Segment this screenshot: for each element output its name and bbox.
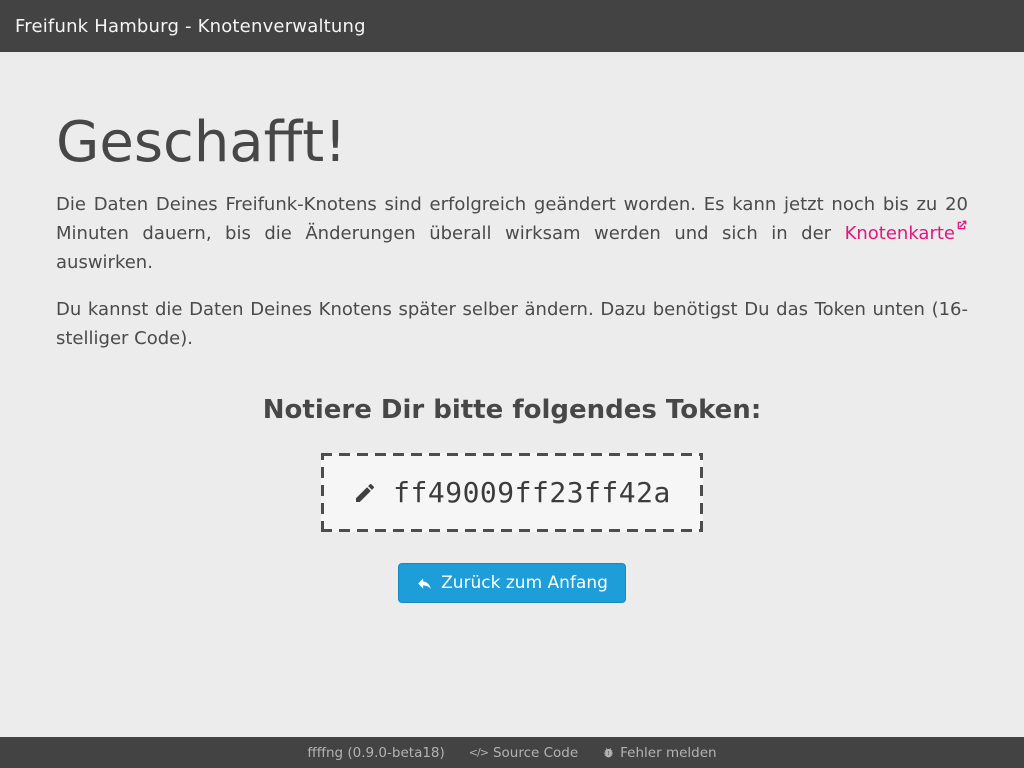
- token-section: Notiere Dir bitte folgendes Token: ff490…: [56, 395, 968, 603]
- back-button-label: Zurück zum Anfang: [441, 573, 608, 593]
- main-content: Geschafft! Die Daten Deines Freifunk-Kno…: [0, 52, 1024, 737]
- footer-version: ffffng (0.9.0-beta18): [307, 745, 444, 761]
- external-link-icon: [955, 223, 968, 244]
- pencil-icon: [353, 481, 377, 505]
- source-code-link[interactable]: </>Source Code: [469, 745, 578, 761]
- paragraph1-text-after: auswirken.: [56, 252, 153, 273]
- token-heading: Notiere Dir bitte folgendes Token:: [56, 395, 968, 425]
- page: Freifunk Hamburg - Knotenverwaltung Gesc…: [0, 0, 1024, 768]
- header-bar: Freifunk Hamburg - Knotenverwaltung: [0, 0, 1024, 52]
- paragraph1-text-before: Die Daten Deines Freifunk-Knotens sind e…: [56, 194, 968, 244]
- code-icon: </>: [469, 746, 488, 759]
- success-paragraph: Die Daten Deines Freifunk-Knotens sind e…: [56, 190, 968, 278]
- knotenkarte-link[interactable]: Knotenkarte: [845, 223, 968, 244]
- page-title: Geschafft!: [56, 112, 968, 174]
- report-bug-link[interactable]: Fehler melden: [602, 745, 716, 761]
- footer-bar: ffffng (0.9.0-beta18) </>Source Code Feh…: [0, 737, 1024, 768]
- app-title: Freifunk Hamburg - Knotenverwaltung: [15, 16, 366, 37]
- token-value: ff49009ff23ff42a: [393, 476, 671, 509]
- bug-icon: [602, 746, 615, 759]
- token-box: ff49009ff23ff42a: [321, 453, 703, 532]
- token-info-paragraph: Du kannst die Daten Deines Knotens späte…: [56, 295, 968, 354]
- reply-icon: [416, 575, 433, 592]
- back-to-start-button[interactable]: Zurück zum Anfang: [398, 563, 626, 603]
